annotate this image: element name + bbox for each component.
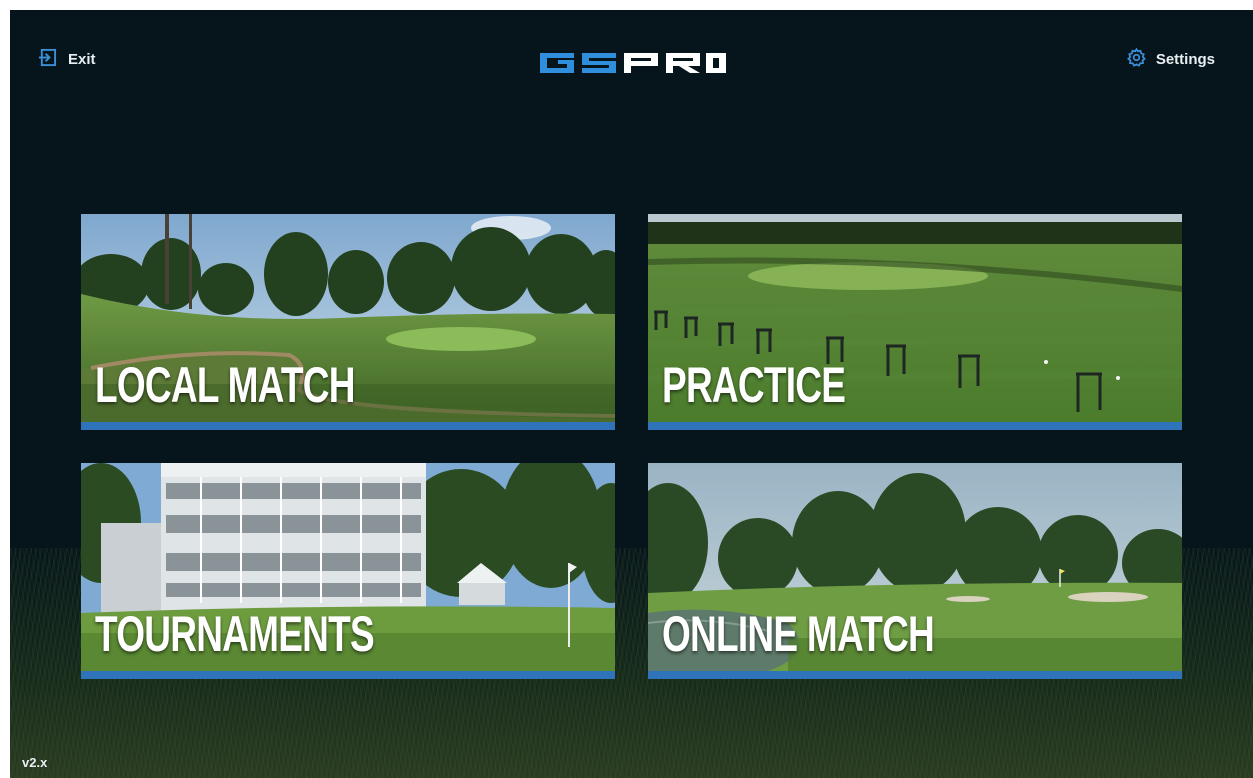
gspro-logo [538, 50, 726, 76]
exit-icon [38, 48, 57, 71]
local-match-label: LOCAL MATCH [95, 357, 355, 413]
online-match-label: ONLINE MATCH [662, 606, 935, 662]
online-match-tile[interactable]: ONLINE MATCH [648, 463, 1182, 679]
tournaments-label: TOURNAMENTS [95, 606, 375, 662]
local-match-tile[interactable]: LOCAL MATCH [81, 214, 615, 430]
main-menu-screen: Exit Settings LOCAL MATCH PRACTICE TOURN… [10, 10, 1253, 778]
exit-button[interactable]: Exit [38, 48, 96, 71]
practice-label: PRACTICE [662, 357, 846, 413]
tournaments-tile[interactable]: TOURNAMENTS [81, 463, 615, 679]
exit-label: Exit [68, 51, 96, 68]
settings-label: Settings [1155, 51, 1215, 68]
practice-tile[interactable]: PRACTICE [648, 214, 1182, 430]
gear-icon [1126, 47, 1147, 72]
version-label: v2.x [22, 755, 48, 770]
settings-button[interactable]: Settings [1126, 47, 1215, 72]
